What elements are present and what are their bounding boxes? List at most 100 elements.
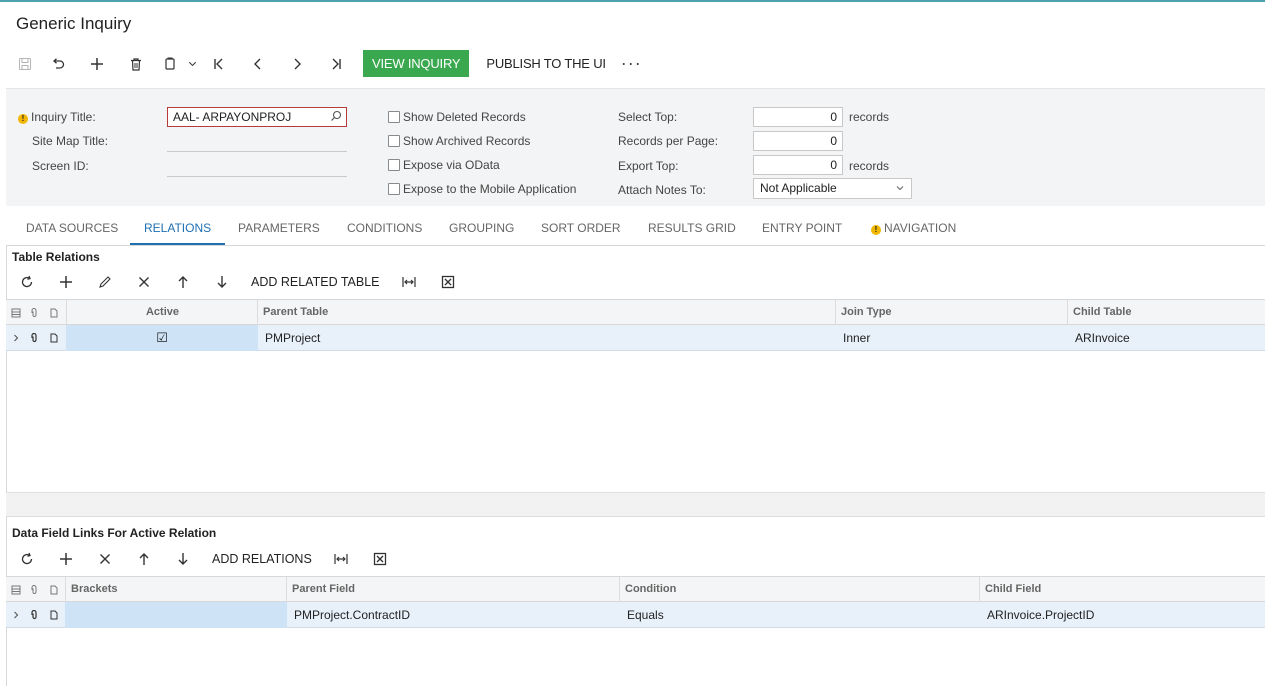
column-header-child-table[interactable]: Child Table <box>1067 300 1265 325</box>
child-table-cell[interactable]: ARInvoice <box>1067 325 1265 351</box>
export-excel-icon[interactable] <box>361 546 400 572</box>
add-related-table-button[interactable]: ADD RELATED TABLE <box>241 269 390 295</box>
splitter[interactable] <box>6 492 1265 517</box>
expose-mobile-checkbox[interactable]: Expose to the Mobile Application <box>388 182 576 196</box>
first-record-icon[interactable] <box>199 50 238 77</box>
table-relations-title: Table Relations <box>12 250 100 264</box>
move-down-icon[interactable] <box>202 269 241 295</box>
tab-parameters[interactable]: PARAMETERS <box>238 212 320 245</box>
column-header-parent-field[interactable]: Parent Field <box>286 577 620 602</box>
table-row[interactable]: PMProject.ContractID Equals ARInvoice.Pr… <box>6 602 1265 628</box>
attach-notes-value: Not Applicable <box>760 181 837 195</box>
copy-paste-icon[interactable] <box>155 50 185 77</box>
row-selector-icon[interactable] <box>6 577 25 602</box>
move-down-icon[interactable] <box>163 546 202 572</box>
checkbox-box[interactable] <box>388 111 400 123</box>
last-record-icon[interactable] <box>316 50 355 77</box>
publish-to-ui-button[interactable]: PUBLISH TO THE UI <box>477 50 614 77</box>
chevron-down-icon[interactable] <box>895 183 905 193</box>
records-per-page-input[interactable]: 0 <box>753 131 843 151</box>
expose-odata-checkbox[interactable]: Expose via OData <box>388 158 500 172</box>
tab-data-sources[interactable]: DATA SOURCES <box>26 212 118 245</box>
attach-notes-select[interactable]: Not Applicable <box>753 178 912 199</box>
warning-icon: ! <box>18 114 28 124</box>
attachment-icon[interactable] <box>24 325 43 351</box>
add-row-icon[interactable] <box>46 546 85 572</box>
add-icon[interactable] <box>77 50 116 77</box>
grid-header: Brackets Parent Field Condition Child Fi… <box>6 577 1265 602</box>
site-map-title-field[interactable] <box>167 151 347 152</box>
delete-icon[interactable] <box>116 50 155 77</box>
move-up-icon[interactable] <box>124 546 163 572</box>
parent-table-cell[interactable]: PMProject <box>257 325 836 351</box>
checkbox-box[interactable] <box>388 183 400 195</box>
expose-odata-label: Expose via OData <box>403 158 500 172</box>
undo-icon[interactable] <box>38 50 77 77</box>
tab-sort-order[interactable]: SORT ORDER <box>541 212 621 245</box>
tab-entry-point[interactable]: ENTRY POINT <box>762 212 842 245</box>
column-header-active[interactable]: Active <box>66 300 258 325</box>
move-up-icon[interactable] <box>163 269 202 295</box>
row-selector-icon[interactable] <box>6 300 25 325</box>
tab-bar: DATA SOURCES RELATIONS PARAMETERS CONDIT… <box>6 212 1265 246</box>
data-field-links-toolbar: ADD RELATIONS <box>7 546 400 572</box>
tab-relations[interactable]: RELATIONS <box>130 212 226 245</box>
fit-columns-icon[interactable] <box>322 546 361 572</box>
tab-results-grid[interactable]: RESULTS GRID <box>648 212 736 245</box>
export-top-suffix: records <box>849 159 890 173</box>
tab-conditions[interactable]: CONDITIONS <box>347 212 422 245</box>
tab-grouping[interactable]: GROUPING <box>449 212 514 245</box>
show-deleted-checkbox[interactable]: Show Deleted Records <box>388 110 526 124</box>
checkbox-box[interactable] <box>388 135 400 147</box>
fit-columns-icon[interactable] <box>390 269 429 295</box>
next-record-icon[interactable] <box>277 50 316 77</box>
edit-icon[interactable] <box>85 269 124 295</box>
column-header-brackets[interactable]: Brackets <box>65 577 287 602</box>
delete-row-icon[interactable] <box>85 546 124 572</box>
main-toolbar: VIEW INQUIRY PUBLISH TO THE UI ··· <box>12 50 642 77</box>
active-checkbox[interactable]: ☑ <box>66 325 258 351</box>
inquiry-title-label-text: Inquiry Title: <box>31 110 96 124</box>
add-relations-button[interactable]: ADD RELATIONS <box>202 546 322 572</box>
inquiry-title-input[interactable]: AAL- ARPAYONPROJ <box>167 107 347 127</box>
refresh-icon[interactable] <box>7 546 46 572</box>
child-field-cell[interactable]: ARInvoice.ProjectID <box>979 602 1265 628</box>
note-icon[interactable] <box>44 602 63 628</box>
save-icon[interactable] <box>12 50 38 77</box>
column-header-join-type[interactable]: Join Type <box>835 300 1067 325</box>
inquiry-title-label: ! Inquiry Title: <box>18 110 96 124</box>
row-expand-icon[interactable] <box>6 602 25 628</box>
brackets-cell[interactable] <box>65 602 287 628</box>
note-icon <box>44 300 63 325</box>
delete-row-icon[interactable] <box>124 269 163 295</box>
checkbox-box[interactable] <box>388 159 400 171</box>
export-excel-icon[interactable] <box>429 269 468 295</box>
column-header-condition[interactable]: Condition <box>619 577 980 602</box>
attachment-icon[interactable] <box>24 602 43 628</box>
data-field-links-grid: Brackets Parent Field Condition Child Fi… <box>6 576 1265 686</box>
table-row[interactable]: ☑ PMProject Inner ARInvoice <box>6 325 1265 351</box>
more-actions-icon[interactable]: ··· <box>621 53 642 74</box>
expose-mobile-label: Expose to the Mobile Application <box>403 182 577 196</box>
search-icon[interactable] <box>330 110 342 122</box>
column-header-child-field[interactable]: Child Field <box>979 577 1265 602</box>
column-header-parent-table[interactable]: Parent Table <box>257 300 836 325</box>
chevron-down-icon[interactable] <box>185 50 199 77</box>
top-accent-line <box>0 0 1265 2</box>
export-top-input[interactable]: 0 <box>753 155 843 175</box>
tab-navigation[interactable]: ! NAVIGATION <box>871 212 956 245</box>
refresh-icon[interactable] <box>7 269 46 295</box>
previous-record-icon[interactable] <box>238 50 277 77</box>
parent-field-cell[interactable]: PMProject.ContractID <box>286 602 620 628</box>
screen-id-field[interactable] <box>167 176 347 177</box>
records-per-page-label: Records per Page: <box>618 134 719 148</box>
add-row-icon[interactable] <box>46 269 85 295</box>
show-archived-checkbox[interactable]: Show Archived Records <box>388 134 530 148</box>
condition-cell[interactable]: Equals <box>619 602 980 628</box>
note-icon[interactable] <box>44 325 63 351</box>
join-type-cell[interactable]: Inner <box>835 325 1067 351</box>
show-archived-label: Show Archived Records <box>403 134 531 148</box>
select-top-input[interactable]: 0 <box>753 107 843 127</box>
row-expand-icon[interactable] <box>6 325 25 351</box>
view-inquiry-button[interactable]: VIEW INQUIRY <box>363 50 470 77</box>
